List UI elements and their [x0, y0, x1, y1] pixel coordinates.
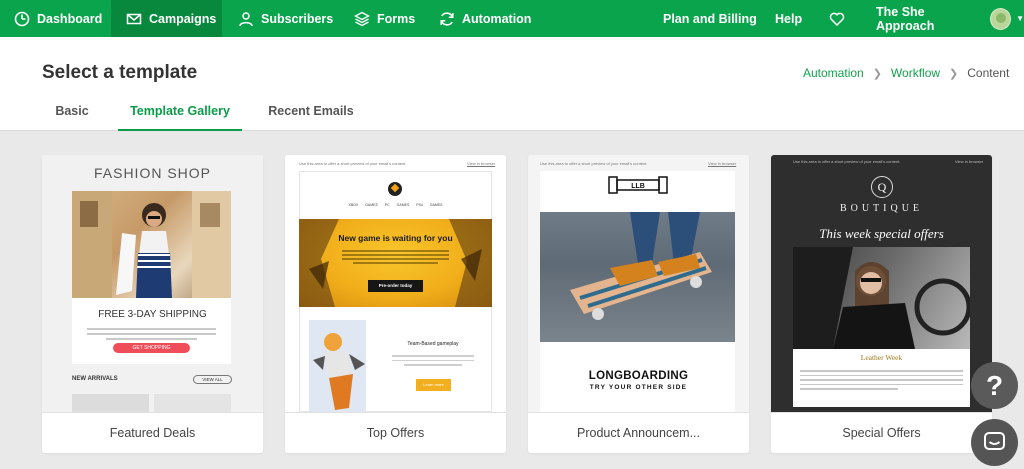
layers-icon — [354, 11, 370, 26]
nav-dashboard-label: Dashboard — [37, 11, 103, 26]
template-name: Product Announcem... — [528, 412, 749, 453]
heart-icon — [829, 12, 845, 26]
nav-help-label: Help — [775, 11, 803, 26]
nav-help[interactable]: Help — [775, 0, 802, 37]
template-card-product-announcement[interactable]: Use this area to offer a short preview o… — [528, 155, 749, 453]
template-name: Featured Deals — [42, 412, 263, 453]
refresh-icon — [440, 11, 454, 26]
account-name: The She Approach — [876, 4, 935, 33]
longboard-logo-icon: LLB — [608, 176, 668, 194]
breadcrumb-workflow[interactable]: Workflow — [891, 66, 940, 80]
preview-browser-link: View in browser — [467, 161, 496, 166]
preview-preheader: Use this area to offer a short preview o… — [299, 161, 407, 166]
breadcrumb-automation[interactable]: Automation — [803, 66, 864, 80]
preview-games-nav: XBOX GAMES PC GAMES PS4 GAMES — [348, 203, 443, 207]
help-button[interactable]: ? — [971, 362, 1018, 409]
preview-cta-button: Pre-order today — [368, 280, 423, 292]
template-card-top-offers[interactable]: Use this area to offer a short preview o… — [285, 155, 506, 453]
preview-feature-title: Leather Week — [860, 353, 903, 362]
game-logo-icon — [388, 182, 402, 196]
person-icon — [239, 11, 253, 26]
nav-forms[interactable]: Forms — [354, 0, 415, 37]
tab-basic[interactable]: Basic — [42, 97, 102, 131]
nav-dashboard[interactable]: Dashboard — [14, 0, 102, 37]
preview-subline: TRY YOUR OTHER SIDE — [589, 384, 688, 391]
preview-emblem: Q — [871, 176, 893, 198]
top-navigation-bar: Dashboard Campaigns Subscribers Forms Au… — [0, 0, 1024, 37]
preview-shop-title: FASHION SHOP — [93, 165, 212, 181]
preview-learn-button: Learn more — [416, 379, 451, 391]
preview-view-all: VIEW ALL — [193, 375, 232, 384]
tab-template-gallery[interactable]: Template Gallery — [118, 97, 242, 131]
favorites-button[interactable] — [829, 0, 845, 37]
nav-plan-billing-label: Plan and Billing — [663, 11, 757, 26]
nav-plan-billing[interactable]: Plan and Billing — [663, 0, 757, 37]
page-header: Select a template Automation ❯ Workflow … — [0, 37, 1024, 131]
nav-automation[interactable]: Automation — [439, 0, 531, 37]
envelope-icon — [126, 13, 142, 24]
preview-preheader: Use this area to offer a short preview o… — [540, 161, 648, 166]
breadcrumb: Automation ❯ Workflow ❯ Content — [803, 66, 1009, 80]
preview-headline: This week special offers — [819, 226, 944, 241]
avatar — [989, 7, 1012, 30]
chevron-right-icon: ❯ — [949, 67, 959, 80]
preview-headline: New game is waiting for you — [338, 233, 453, 243]
preview-product-image — [72, 394, 149, 412]
preview-product-image — [154, 394, 231, 412]
nav-automation-label: Automation — [462, 11, 532, 26]
tab-recent-emails[interactable]: Recent Emails — [262, 97, 360, 131]
longboard-image — [540, 212, 735, 342]
chevron-down-icon: ▼ — [1016, 14, 1024, 23]
preview-arrivals-heading: NEW ARRIVALS — [72, 376, 118, 382]
account-menu[interactable]: The She Approach ▼ — [876, 0, 1024, 37]
template-preview: FASHION SHOP FREE 3-DAY SHIPPING GET SHO… — [42, 155, 263, 412]
game-hero-image — [309, 320, 366, 412]
preview-feature-text — [392, 352, 474, 369]
template-preview: Use this area to offer a short preview o… — [285, 155, 506, 412]
nav-subscribers[interactable]: Subscribers — [238, 0, 333, 37]
nav-campaigns-label: Campaigns — [149, 11, 217, 26]
preview-browser-link: View in browser — [955, 159, 984, 164]
chat-icon — [984, 432, 1005, 450]
preview-brand: BOUTIQUE — [839, 203, 924, 214]
preview-banner-text — [342, 248, 449, 266]
dashboard-icon — [14, 11, 30, 26]
nav-campaigns[interactable]: Campaigns — [111, 0, 222, 37]
preview-preheader: Use this area to offer a short preview o… — [793, 159, 901, 164]
template-preview: Use this area to offer a short preview o… — [528, 155, 749, 412]
driver-image — [793, 247, 970, 349]
preview-browser-link: View in browser — [708, 161, 737, 166]
breadcrumb-current: Content — [967, 66, 1010, 80]
preview-headline: LONGBOARDING — [588, 370, 689, 382]
template-card-featured-deals[interactable]: FASHION SHOP FREE 3-DAY SHIPPING GET SHO… — [42, 155, 263, 453]
preview-feature-text — [800, 367, 963, 393]
preview-body-text — [87, 325, 216, 343]
nav-forms-label: Forms — [377, 11, 416, 26]
nav-subscribers-label: Subscribers — [261, 11, 334, 26]
fashion-model-image — [72, 191, 231, 298]
page-title: Select a template — [42, 62, 198, 83]
chevron-right-icon: ❯ — [872, 67, 882, 80]
preview-logo-text: LLB — [631, 183, 645, 190]
template-card-special-offers[interactable]: Use this area to offer a short preview o… — [771, 155, 992, 453]
preview-cta-button: GET SHOPPING — [113, 343, 190, 353]
chat-button[interactable] — [971, 419, 1018, 466]
preview-feature-title: Team-Based gameplay — [407, 341, 459, 347]
template-name: Top Offers — [285, 412, 506, 453]
template-preview: Use this area to offer a short preview o… — [771, 155, 992, 412]
template-name: Special Offers — [771, 412, 992, 453]
preview-shipping-text: FREE 3-DAY SHIPPING — [98, 309, 207, 320]
